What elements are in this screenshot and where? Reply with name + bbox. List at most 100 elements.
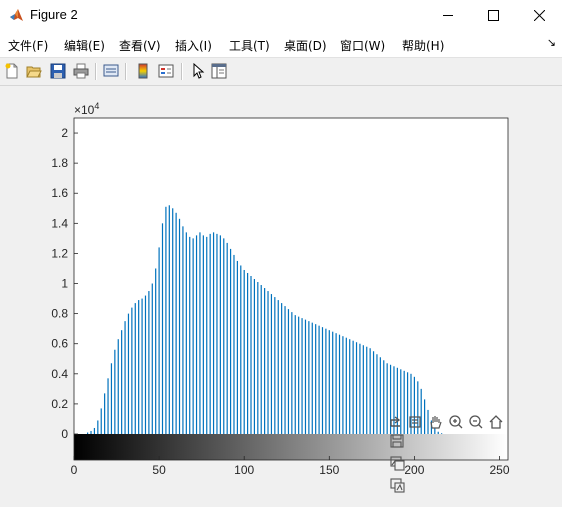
x-tick-label: 50 [152, 463, 166, 477]
histogram-bar [199, 232, 201, 434]
histogram-bar [383, 360, 385, 434]
histogram-bar [342, 336, 344, 434]
menu-insert[interactable]: 插入(I) [175, 37, 212, 54]
histogram-bar [277, 300, 279, 434]
histogram-bar [192, 238, 194, 434]
histogram-bar [366, 346, 368, 434]
maximize-button[interactable] [470, 0, 516, 31]
histogram-bar [424, 399, 426, 434]
histogram-bar [161, 223, 164, 434]
histogram-bar [417, 381, 419, 434]
menu-help[interactable]: 帮助(H) [402, 37, 444, 54]
histogram-bar [165, 206, 167, 434]
histogram-bar [97, 420, 99, 434]
y-tick-label: 1.4 [51, 216, 68, 230]
toolbar [0, 58, 562, 86]
histogram-bar [267, 291, 269, 434]
histogram-bar [304, 319, 307, 434]
x-tick-label: 250 [489, 463, 509, 477]
y-tick-label: 0.4 [51, 367, 68, 381]
histogram-bar [124, 321, 126, 434]
histogram-bar [345, 337, 347, 434]
menu-bar: 文件(F) 编辑(E) 查看(V) 插入(I) 工具(T) 桌面(D) 窗口(W… [0, 31, 562, 58]
histogram-bar [131, 307, 133, 434]
histogram-bar [247, 272, 249, 434]
menu-tools[interactable]: 工具(T) [229, 37, 270, 54]
minimize-button[interactable] [425, 0, 471, 31]
y-tick-label: 1.6 [51, 186, 68, 200]
histogram-bar [321, 327, 324, 434]
histogram-bar [104, 393, 106, 434]
histogram-bar [311, 322, 313, 434]
histogram-bar [117, 339, 119, 434]
figure-canvas: 0 0.2 0.4 0.6 0.8 1 1.2 1.4 1.6 1.8 2 0 50 100 150 200… [0, 86, 562, 507]
histogram-bar [209, 233, 211, 434]
histogram-bar [325, 328, 327, 434]
histogram-bar [328, 330, 330, 434]
edit-plot-button[interactable] [188, 61, 208, 81]
y-tick-label: 2 [61, 126, 68, 140]
menu-desktop[interactable]: 桌面(D) [284, 37, 327, 54]
histogram-bar [403, 370, 405, 434]
histogram-bar [335, 333, 337, 434]
histogram-bar [376, 354, 378, 434]
histogram-bar [260, 285, 262, 434]
close-icon [533, 10, 545, 21]
menu-view[interactable]: 查看(V) [119, 37, 161, 54]
x-tick-label: 200 [404, 463, 424, 477]
histogram-bar [355, 342, 358, 434]
histogram-bar [185, 232, 187, 434]
copy-vector-button[interactable] [390, 478, 405, 493]
histogram-bar [396, 367, 398, 434]
copy-vector-icon [390, 478, 405, 493]
histogram-bar [379, 357, 381, 434]
menu-file[interactable]: 文件(F) [8, 37, 48, 54]
histogram-bar [195, 235, 198, 434]
histogram-bar [212, 232, 215, 434]
property-inspector-button[interactable] [209, 61, 229, 81]
y-tick-label: 1.2 [51, 246, 68, 260]
toolbar-separator [125, 63, 127, 80]
histogram-chart: 0 0.2 0.4 0.6 0.8 1 1.2 1.4 1.6 1.8 2 0 50 100 150 200… [51, 101, 510, 493]
toolbar-separator [95, 63, 97, 80]
save-button[interactable] [48, 61, 68, 81]
histogram-bar [349, 339, 351, 434]
y-tick-label: 0.2 [51, 397, 68, 411]
save-icon [50, 63, 66, 79]
insert-colorbar-button[interactable] [133, 61, 153, 81]
histogram-bar [87, 432, 89, 434]
matlab-logo-icon [10, 9, 23, 21]
new-figure-button[interactable] [2, 61, 22, 81]
link-plot-button[interactable] [101, 61, 121, 81]
histogram-bar [270, 294, 273, 434]
close-button[interactable] [516, 0, 562, 31]
link-plot-icon [103, 64, 119, 77]
histogram-bar [413, 376, 415, 434]
open-file-button[interactable] [24, 61, 44, 81]
histogram-bar [362, 345, 364, 434]
histogram-bar [369, 348, 371, 434]
histogram-bar [168, 205, 170, 434]
menu-overflow-icon[interactable]: ↘ [547, 36, 556, 49]
histogram-bar [182, 226, 184, 434]
insert-legend-button[interactable] [156, 61, 176, 81]
histogram-bar [236, 260, 238, 434]
y-tick-label: 1.8 [51, 156, 68, 170]
histogram-bar [151, 283, 153, 434]
histogram-bar [281, 303, 283, 434]
histogram-bar [332, 331, 334, 434]
new-file-icon [5, 63, 18, 79]
menu-edit[interactable]: 编辑(E) [64, 37, 105, 54]
histogram-bar [318, 325, 320, 434]
histogram-bar [308, 321, 310, 434]
histogram-bar [189, 236, 191, 434]
histogram-bar [219, 235, 221, 434]
print-button[interactable] [71, 61, 91, 81]
histogram-bar [110, 363, 113, 434]
legend-icon [158, 64, 174, 78]
histogram-bar [301, 318, 303, 434]
histogram-bar [100, 408, 102, 434]
histogram-bar [386, 363, 388, 434]
menu-window[interactable]: 窗口(W) [340, 37, 385, 54]
histogram-bar [264, 288, 266, 434]
